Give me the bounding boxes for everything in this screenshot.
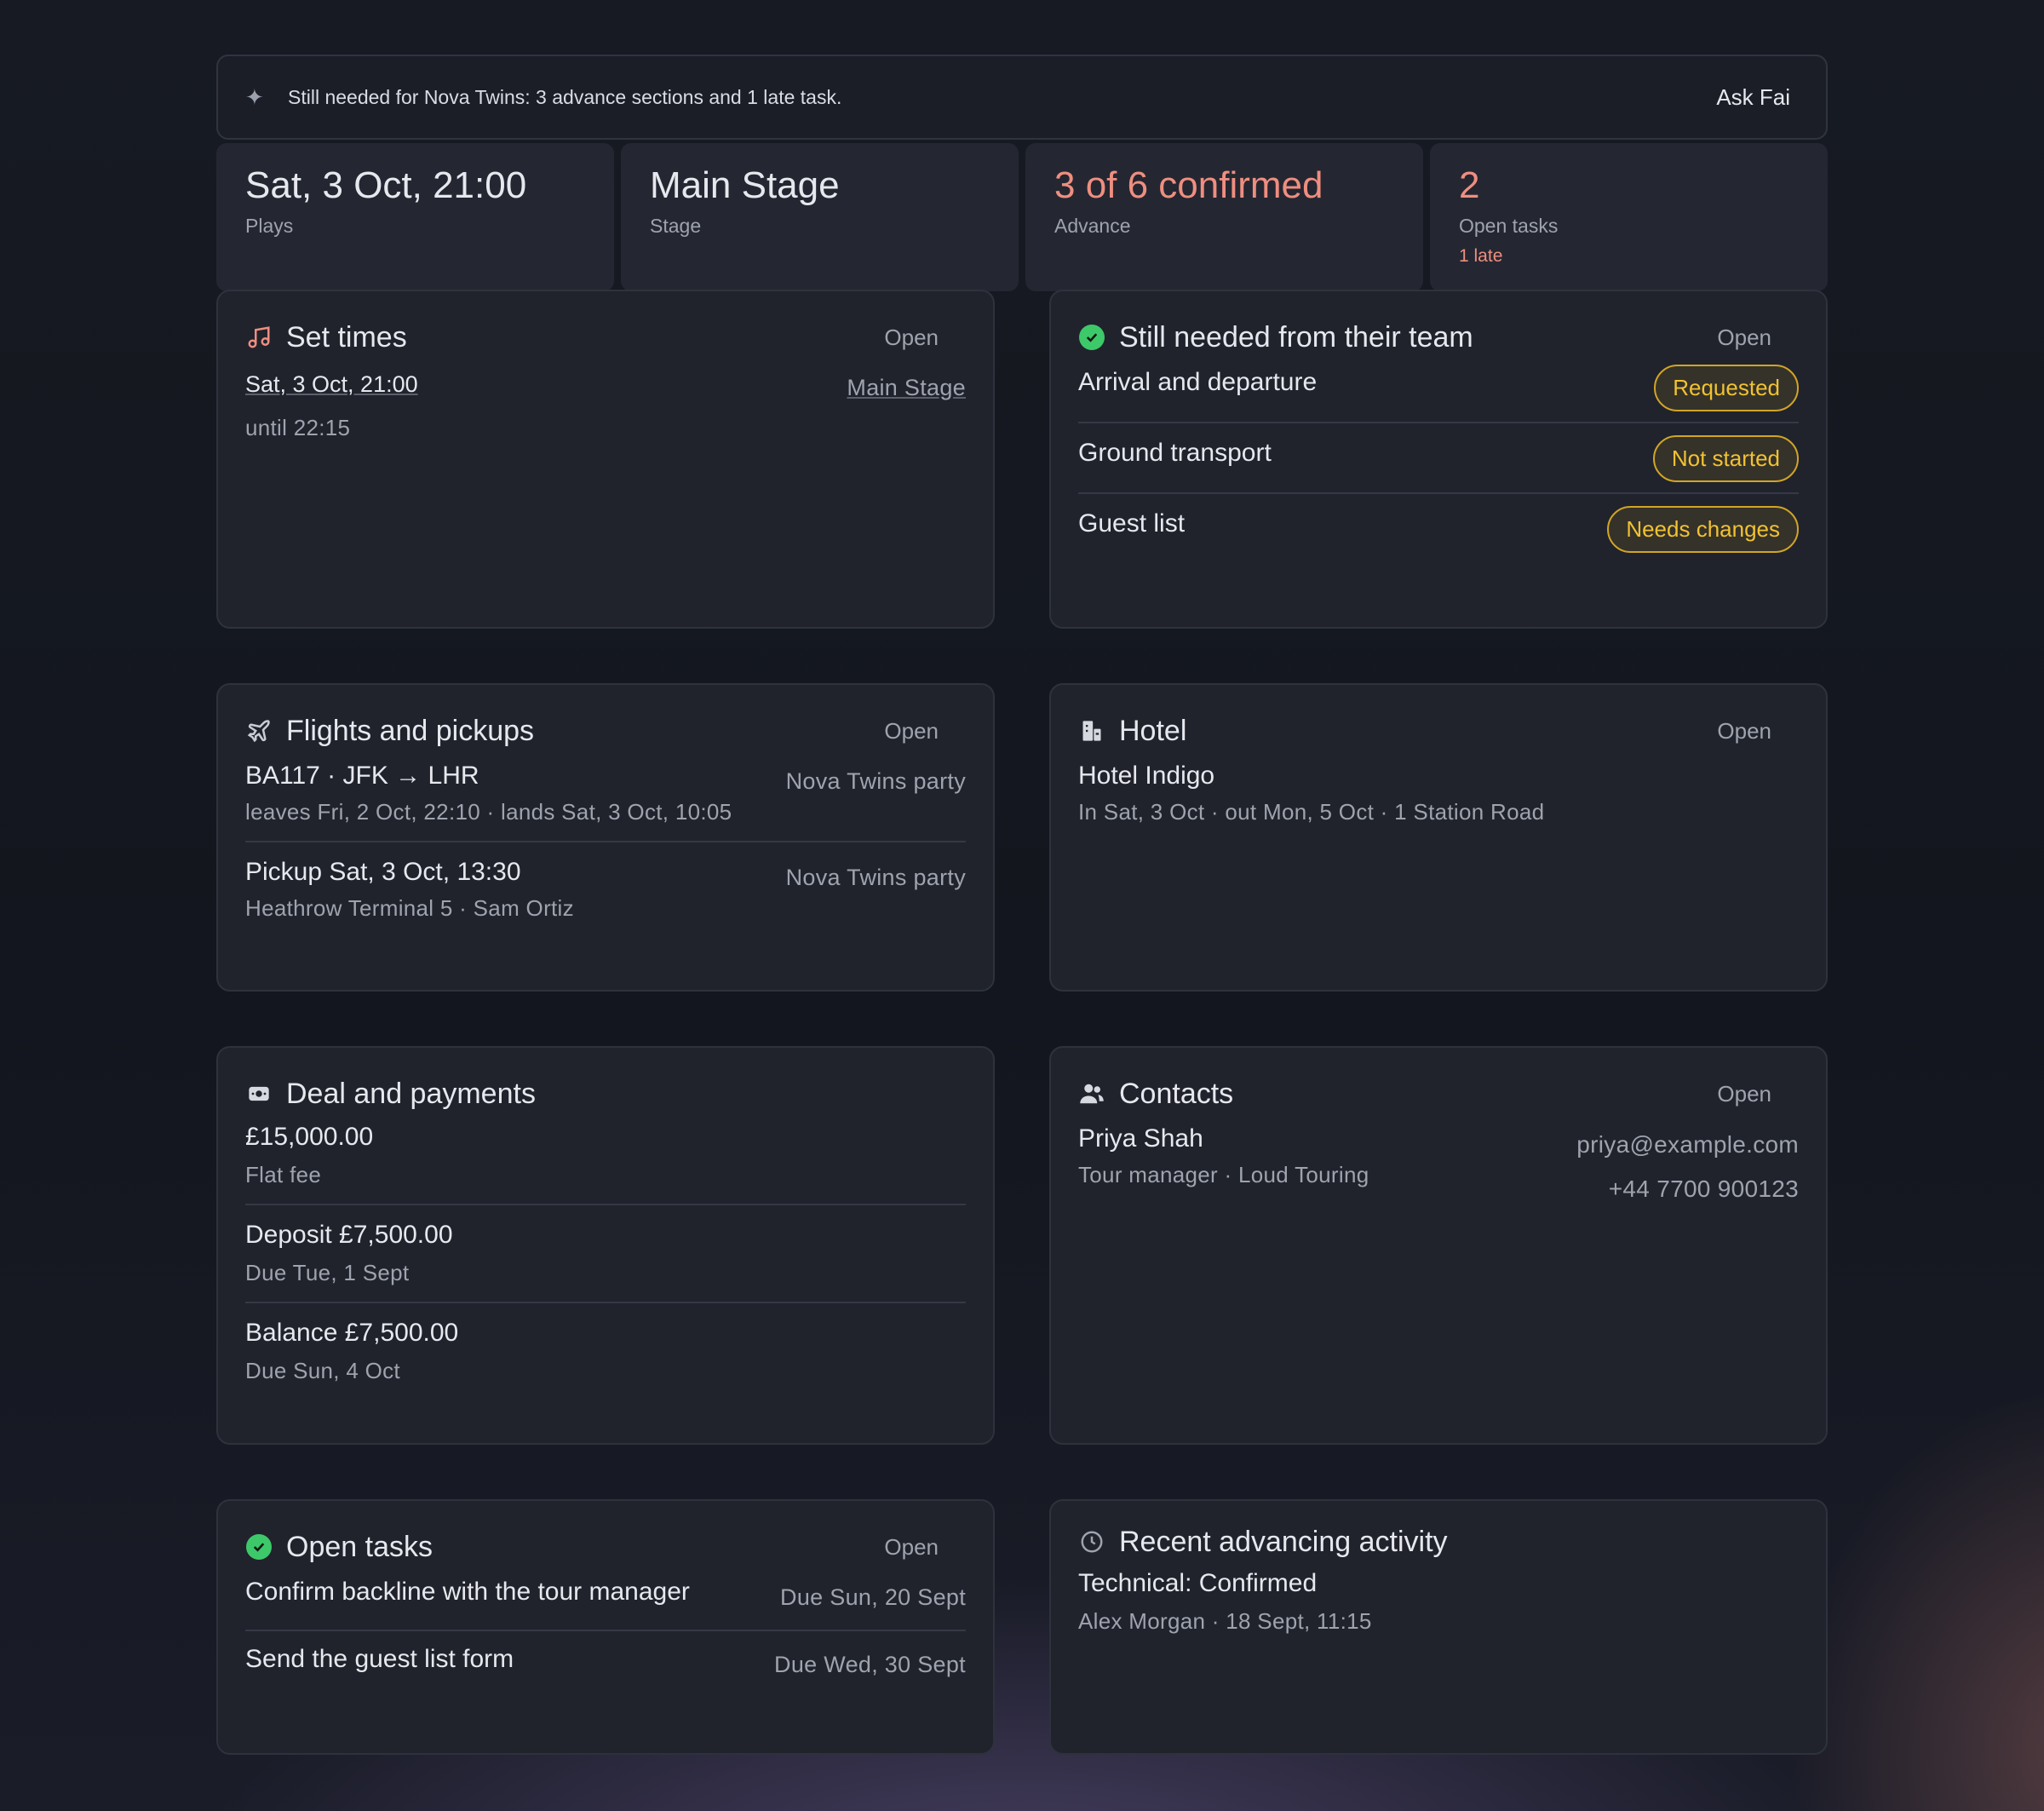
stat-label: Plays [245,215,294,238]
activity-text: Technical: Confirmed [1078,1569,1318,1597]
hotel-details: In Sat, 3 Oct · out Mon, 5 Oct · 1 Stati… [1078,799,1545,825]
stat-stage: Main Stage Stage [621,143,1019,291]
list-item: Ground transport Not started [1078,435,1799,482]
task-due: Due Sun, 20 Sept [780,1584,966,1610]
stat-value: Main Stage [650,164,840,206]
stat-label: Stage [650,215,702,238]
card-flights: Flights and pickups Open BA117 · JFK → L… [216,683,995,992]
check-circle-icon [1078,324,1105,351]
card-title: Flights and pickups [286,714,535,747]
deal-type: Flat fee [245,1162,322,1187]
music-note-icon [245,324,273,351]
set-end-time: until 22:15 [245,415,351,440]
flight-route: BA117 · JFK → LHR [245,762,479,790]
card-title: Contacts [1119,1077,1234,1110]
contact-email[interactable]: priya@example.com [1576,1131,1799,1158]
stat-value: Sat, 3 Oct, 21:00 [245,164,527,206]
task-label: Send the guest list form [245,1645,514,1673]
open-tasks-button[interactable]: Open [884,1534,939,1561]
list-item: Arrival and departure Requested [1078,365,1799,411]
hotel-building-icon [1078,717,1105,745]
list-item: Balance £7,500.00 Due Sun, 4 Oct [245,1319,966,1384]
activity-meta: Alex Morgan · 18 Sept, 11:15 [1078,1608,1372,1634]
card-title: Recent advancing activity [1119,1525,1448,1558]
card-title: Open tasks [286,1530,433,1563]
status-badge: Needs changes [1607,506,1799,553]
card-title: Deal and payments [286,1077,536,1110]
activity-item: Technical: Confirmed Alex Morgan · 18 Se… [1078,1569,1799,1635]
flight-times: leaves Fri, 2 Oct, 22:10 · lands Sat, 3 … [245,799,732,825]
card-title: Set times [286,320,407,354]
stat-open-tasks: 2 Open tasks 1 late [1430,143,1828,291]
card-hotel: Hotel Open Hotel Indigo In Sat, 3 Oct · … [1049,683,1828,992]
payment-amount: Deposit £7,500.00 [245,1221,453,1249]
deal-amount: £15,000.00 [245,1123,374,1151]
card-contacts: Contacts Open Priya Shah Tour manager · … [1049,1046,1828,1445]
plane-icon [245,717,273,745]
status-badge: Not started [1652,435,1799,482]
advance-overview: ✦ Still needed for Nova Twins: 3 advance… [216,55,1828,291]
card-deal: Deal and payments £15,000.00 Flat fee De… [216,1046,995,1445]
list-item: Deposit £7,500.00 Due Tue, 1 Sept [245,1221,966,1286]
card-title: Still needed from their team [1119,320,1473,354]
open-set-times-button[interactable]: Open [884,325,939,351]
contact-name: Priya Shah [1078,1124,1203,1153]
stat-value: 2 [1459,164,1480,206]
hotel-name: Hotel Indigo [1078,762,1215,790]
task-label: Confirm backline with the tour manager [245,1578,690,1606]
banner-message: Still needed for Nova Twins: 3 advance s… [288,85,842,108]
list-item: BA117 · JFK → LHR leaves Fri, 2 Oct, 22:… [245,762,966,825]
set-start-time[interactable]: Sat, 3 Oct, 21:00 [245,371,418,398]
open-hotel-button[interactable]: Open [1717,718,1771,745]
stat-late-note: 1 late [1459,246,1503,267]
payment-amount: Balance £7,500.00 [245,1319,459,1347]
party-label: Nova Twins party [785,768,966,794]
item-label: Guest list [1078,509,1186,538]
list-item: Guest list Needs changes [1078,506,1799,553]
party-label: Nova Twins party [785,865,966,890]
pickup-details: Heathrow Terminal 5 · Sam Ortiz [245,895,574,921]
item-label: Ground transport [1078,438,1272,467]
task-item[interactable]: Send the guest list form Due Wed, 30 Sep… [245,1645,966,1678]
people-icon [1078,1080,1105,1107]
card-set-times: Set times Open Sat, 3 Oct, 21:00 until 2… [216,290,995,629]
payment-due: Due Tue, 1 Sept [245,1260,410,1285]
open-still-needed-button[interactable]: Open [1717,325,1771,351]
payment-due: Due Sun, 4 Oct [245,1358,400,1383]
status-badge: Requested [1654,365,1799,411]
ask-fai-button[interactable]: Ask Fai [1716,84,1790,111]
stat-label: Open tasks [1459,215,1559,238]
card-recent-activity: Recent advancing activity Technical: Con… [1049,1499,1828,1755]
stat-value: 3 of 6 confirmed [1054,164,1323,206]
stat-plays: Sat, 3 Oct, 21:00 Plays [216,143,614,291]
contact-phone[interactable]: +44 7700 900123 [1576,1176,1799,1203]
contact-row: Priya Shah Tour manager · Loud Touring p… [1078,1124,1799,1203]
list-item: £15,000.00 Flat fee [245,1123,966,1188]
money-icon [245,1080,273,1107]
open-flights-button[interactable]: Open [884,718,939,745]
sparkle-icon: ✦ [245,83,264,110]
task-item[interactable]: Confirm backline with the tour manager D… [245,1578,966,1611]
contact-role: Tour manager · Loud Touring [1078,1162,1369,1187]
clock-icon [1078,1528,1105,1555]
list-item: Pickup Sat, 3 Oct, 13:30 Heathrow Termin… [245,858,966,922]
item-label: Arrival and departure [1078,367,1318,396]
stat-label: Advance [1054,215,1131,238]
card-title: Hotel [1119,714,1187,747]
task-due: Due Wed, 30 Sept [774,1652,966,1677]
stat-advance: 3 of 6 confirmed Advance [1025,143,1423,291]
summary-stats: Sat, 3 Oct, 21:00 Plays Main Stage Stage… [216,143,1828,291]
pickup-time: Pickup Sat, 3 Oct, 13:30 [245,858,521,886]
card-open-tasks: Open tasks Open Confirm backline with th… [216,1499,995,1755]
check-circle-icon [245,1533,273,1561]
open-contacts-button[interactable]: Open [1717,1081,1771,1107]
ai-summary-banner: ✦ Still needed for Nova Twins: 3 advance… [216,55,1828,140]
card-still-needed: Still needed from their team Open Arriva… [1049,290,1828,629]
set-stage-link[interactable]: Main Stage [847,375,966,401]
